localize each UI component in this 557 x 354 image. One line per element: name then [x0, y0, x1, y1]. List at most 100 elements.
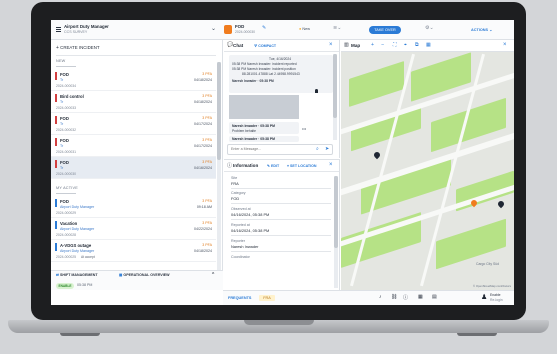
shift-management-button[interactable]: ⇄ SHIFT MANAGEMENT — [56, 273, 98, 278]
item-subtitle: Airport Duty Manager — [60, 249, 95, 253]
grid-icon[interactable]: ▦ — [418, 294, 423, 300]
priority-bar — [55, 138, 57, 146]
field-value: Naresh Inwader — [231, 244, 259, 249]
priority-bar — [55, 160, 57, 168]
list-item[interactable]: FOD Tr 2024-000034 3 PFA 04/18/2024 — [51, 69, 216, 91]
user-org: CCS SURVEY — [64, 30, 88, 34]
field-value: 04/16/2024, 05:38 PM — [231, 228, 270, 233]
field-label: Category — [231, 191, 246, 195]
chevron-up-icon[interactable]: ⌃ — [211, 273, 215, 278]
item-title: Bird control — [60, 94, 84, 99]
priority-bar — [55, 116, 57, 124]
operational-overview-button[interactable]: ▦ OPERATIONAL OVERVIEW — [119, 273, 170, 278]
list-item-selected[interactable]: FOD Tr 2024-000030 3 PFA 04/16/2024 — [51, 157, 216, 179]
section-new-header: NEW — [56, 59, 66, 63]
item-priority: 3 PFA — [202, 72, 212, 76]
send-icon[interactable]: ➤ — [325, 146, 329, 152]
list-item[interactable]: A-VDGS outage Airport Duty Manager 2024-… — [51, 240, 216, 262]
fra-chip[interactable]: FRA — [259, 295, 275, 301]
info-circle-icon[interactable]: ⓘ — [403, 294, 408, 301]
item-title: FOD — [60, 160, 69, 165]
item-id: 2024-000032 — [56, 128, 76, 132]
map-grass — [349, 61, 404, 107]
incident-icon — [224, 25, 232, 34]
set-location-button[interactable]: ⌖ SET LOCATION — [287, 164, 317, 168]
user-avatar-icon[interactable]: ♟ — [481, 293, 487, 301]
item-subtitle: Airport Duty Manager — [60, 205, 95, 209]
message-text: Problem behalte — [232, 129, 257, 133]
frequents-tab[interactable]: FREQUENTS — [228, 296, 251, 300]
close-icon[interactable]: × — [329, 162, 333, 168]
item-title: FOD — [60, 138, 69, 143]
item-subtitle: Tr — [60, 166, 64, 170]
map-marker[interactable] — [372, 150, 382, 160]
edit-button[interactable]: ✎ EDIT — [267, 164, 279, 168]
status-enable-badge[interactable]: ENABLE — [56, 283, 74, 289]
zoom-out-icon[interactable]: − — [381, 42, 384, 48]
status-text: New — [302, 27, 310, 31]
pin-icon: ⌖ — [287, 164, 290, 168]
list-item[interactable]: FOD Tr 2024-000032 3 PFA 04/17/2024 — [51, 113, 216, 135]
item-title: FOD — [60, 116, 69, 121]
item-date: 04/18/2024 — [194, 78, 212, 82]
more-icon[interactable]: ••• — [302, 126, 306, 131]
chat-bubble-icon[interactable]: ▤ — [432, 294, 437, 300]
attach-icon[interactable]: ⌕ — [316, 146, 319, 152]
field-divider — [231, 203, 331, 204]
message-line: 05:38 PM Naresh Inwader: incident report… — [232, 62, 297, 66]
status-time: 05:38 PM — [77, 283, 93, 287]
priority-bar — [55, 221, 57, 229]
message-date: Tue, 4/16/2024 — [269, 57, 292, 61]
actions-button[interactable]: ACTIONS ⌄ — [471, 27, 492, 32]
priority-bar — [55, 72, 57, 80]
user-name: Airport Duty Manager — [64, 24, 109, 29]
list-item[interactable]: Vacation Airport Duty Manager 2024-00002… — [51, 218, 216, 240]
message-input[interactable] — [231, 147, 311, 151]
zoom-in-icon[interactable]: + — [371, 42, 374, 48]
chat-title: Chat — [233, 43, 244, 48]
map-area-label: Cargo City Süd — [476, 262, 499, 266]
settings-icon[interactable]: ⚙⌄ — [425, 25, 434, 31]
locate-icon[interactable]: ⌖ — [404, 42, 407, 49]
take-over-button[interactable]: TAKE OVER — [369, 26, 401, 34]
info-scrollbar[interactable] — [334, 176, 338, 288]
chat-scrollbar[interactable] — [333, 54, 337, 140]
volume-icon[interactable]: ♪ — [379, 294, 382, 300]
compact-label: COMPACT — [258, 44, 277, 48]
item-subtitle: Airport Duty Manager — [60, 227, 95, 231]
item-date: 04/18/2024 — [194, 249, 212, 253]
image-attachment[interactable] — [229, 95, 299, 119]
priority-bar — [55, 94, 57, 102]
map-attribution[interactable]: © OpenStreetMap contributors — [473, 284, 511, 288]
measure-icon[interactable]: ▦ — [426, 42, 431, 48]
item-title: Vacation — [60, 221, 78, 226]
link-icon[interactable]: ⛓ — [391, 294, 397, 300]
item-subtitle: Tr — [60, 122, 64, 126]
scroll-thumb[interactable] — [217, 62, 221, 160]
menu-icon[interactable] — [56, 27, 61, 32]
app-screen: Airport Duty Manager CCS SURVEY ⌄ FOD 20… — [51, 20, 514, 305]
close-icon[interactable]: × — [329, 42, 333, 48]
layers-icon[interactable]: ⧉ — [415, 42, 419, 49]
list-item[interactable]: FOD Airport Duty Manager 2024-000029 3 P… — [51, 196, 216, 218]
chevron-down-icon[interactable]: ⌄ — [211, 25, 216, 32]
list-item[interactable]: FOD Tr 2024-000031 3 PFA 04/17/2024 — [51, 135, 216, 157]
close-icon[interactable]: × — [503, 42, 507, 48]
priority-bar — [55, 243, 57, 251]
incident-id: 2024-000030 — [235, 30, 255, 34]
priority-bar — [55, 199, 57, 207]
map-panel[interactable]: ▥ Map + − ⛶ ⌖ ⧉ ▦ × Cargo City Süd © Ope… — [341, 40, 514, 290]
scroll-thumb[interactable] — [334, 176, 338, 248]
compact-button[interactable]: ⧩ COMPACT — [254, 44, 276, 48]
list-scrollbar[interactable] — [217, 62, 221, 284]
laptop-notch — [244, 320, 314, 325]
edit-icon[interactable]: ✎ — [262, 25, 266, 31]
create-incident-button[interactable]: + CREATE INCIDENT — [56, 45, 100, 51]
map-title: Map — [351, 43, 361, 48]
fullscreen-icon[interactable]: ⛶ — [393, 42, 397, 49]
scroll-thumb[interactable] — [333, 54, 337, 118]
map-marker[interactable] — [496, 199, 506, 209]
chat-header: 💬 Chat ⧩ COMPACT × — [224, 40, 339, 52]
list-item[interactable]: Bird control Tr 2024-000033 3 PFA 04/18/… — [51, 91, 216, 113]
relogin-label[interactable]: Re-login — [490, 298, 503, 302]
